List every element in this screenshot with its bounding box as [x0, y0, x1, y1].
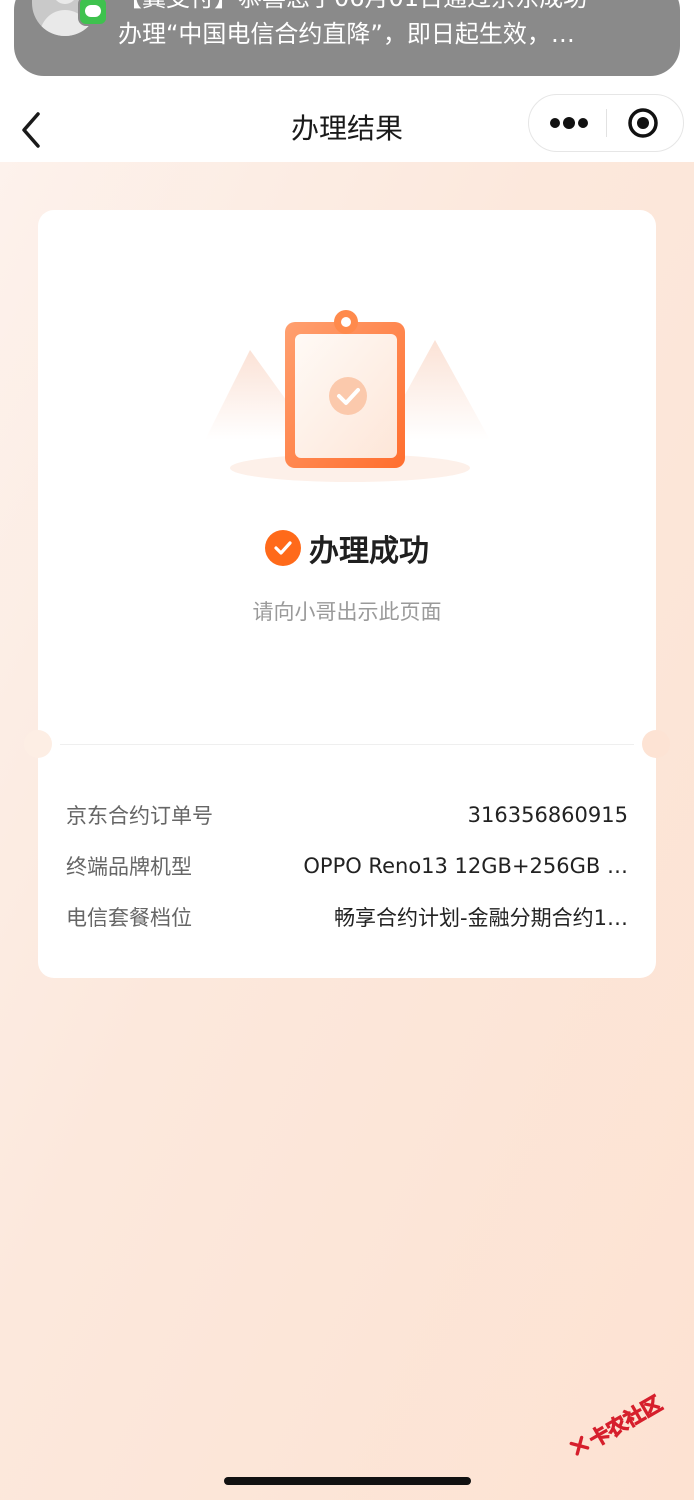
detail-label: 电信套餐档位: [66, 906, 192, 930]
card-notch-right: [642, 730, 670, 758]
check-circle-icon: [265, 530, 301, 566]
status-hint: 请向小哥出示此页面: [252, 600, 442, 624]
notification-line-2: 办理“中国电信合约直降”，即日起生效，…: [118, 20, 575, 48]
detail-row-plan: 电信套餐档位 畅享合约计划-金融分期合约1…: [66, 900, 628, 934]
detail-row-device: 终端品牌机型 OPPO Reno13 12GB+256GB …: [66, 849, 628, 883]
detail-row-order: 京东合约订单号 316356860915: [66, 798, 628, 832]
detail-value: 316356860915: [467, 803, 628, 827]
detail-label: 终端品牌机型: [66, 855, 192, 879]
home-indicator[interactable]: [224, 1477, 471, 1485]
target-close-icon[interactable]: [627, 107, 659, 139]
detail-value: OPPO Reno13 12GB+256GB …: [303, 854, 628, 878]
clipboard-check-illustration: [205, 310, 490, 482]
card-notch-left: [24, 730, 52, 758]
miniprogram-capsule: [528, 94, 684, 152]
watermark: 卡农社区: [555, 1369, 677, 1480]
messages-icon: [78, 0, 108, 26]
card-divider: [60, 744, 634, 745]
result-status: 办理成功: [0, 526, 694, 570]
status-title: 办理成功: [309, 534, 429, 569]
notification-banner[interactable]: 【冀支付】恭喜您于06月01日通过京东成功 办理“中国电信合约直降”，即日起生效…: [14, 0, 680, 76]
notification-line-1: 【冀支付】恭喜您于06月01日通过京东成功: [118, 0, 658, 16]
more-dots-icon[interactable]: [549, 113, 589, 133]
watermark-text: 卡农社区: [584, 1390, 666, 1452]
detail-label: 京东合约订单号: [66, 804, 213, 828]
detail-value: 畅享合约计划-金融分期合约1…: [334, 906, 628, 930]
capsule-divider: [606, 109, 607, 137]
notification-text: 【冀支付】恭喜您于06月01日通过京东成功 办理“中国电信合约直降”，即日起生效…: [118, 0, 658, 52]
